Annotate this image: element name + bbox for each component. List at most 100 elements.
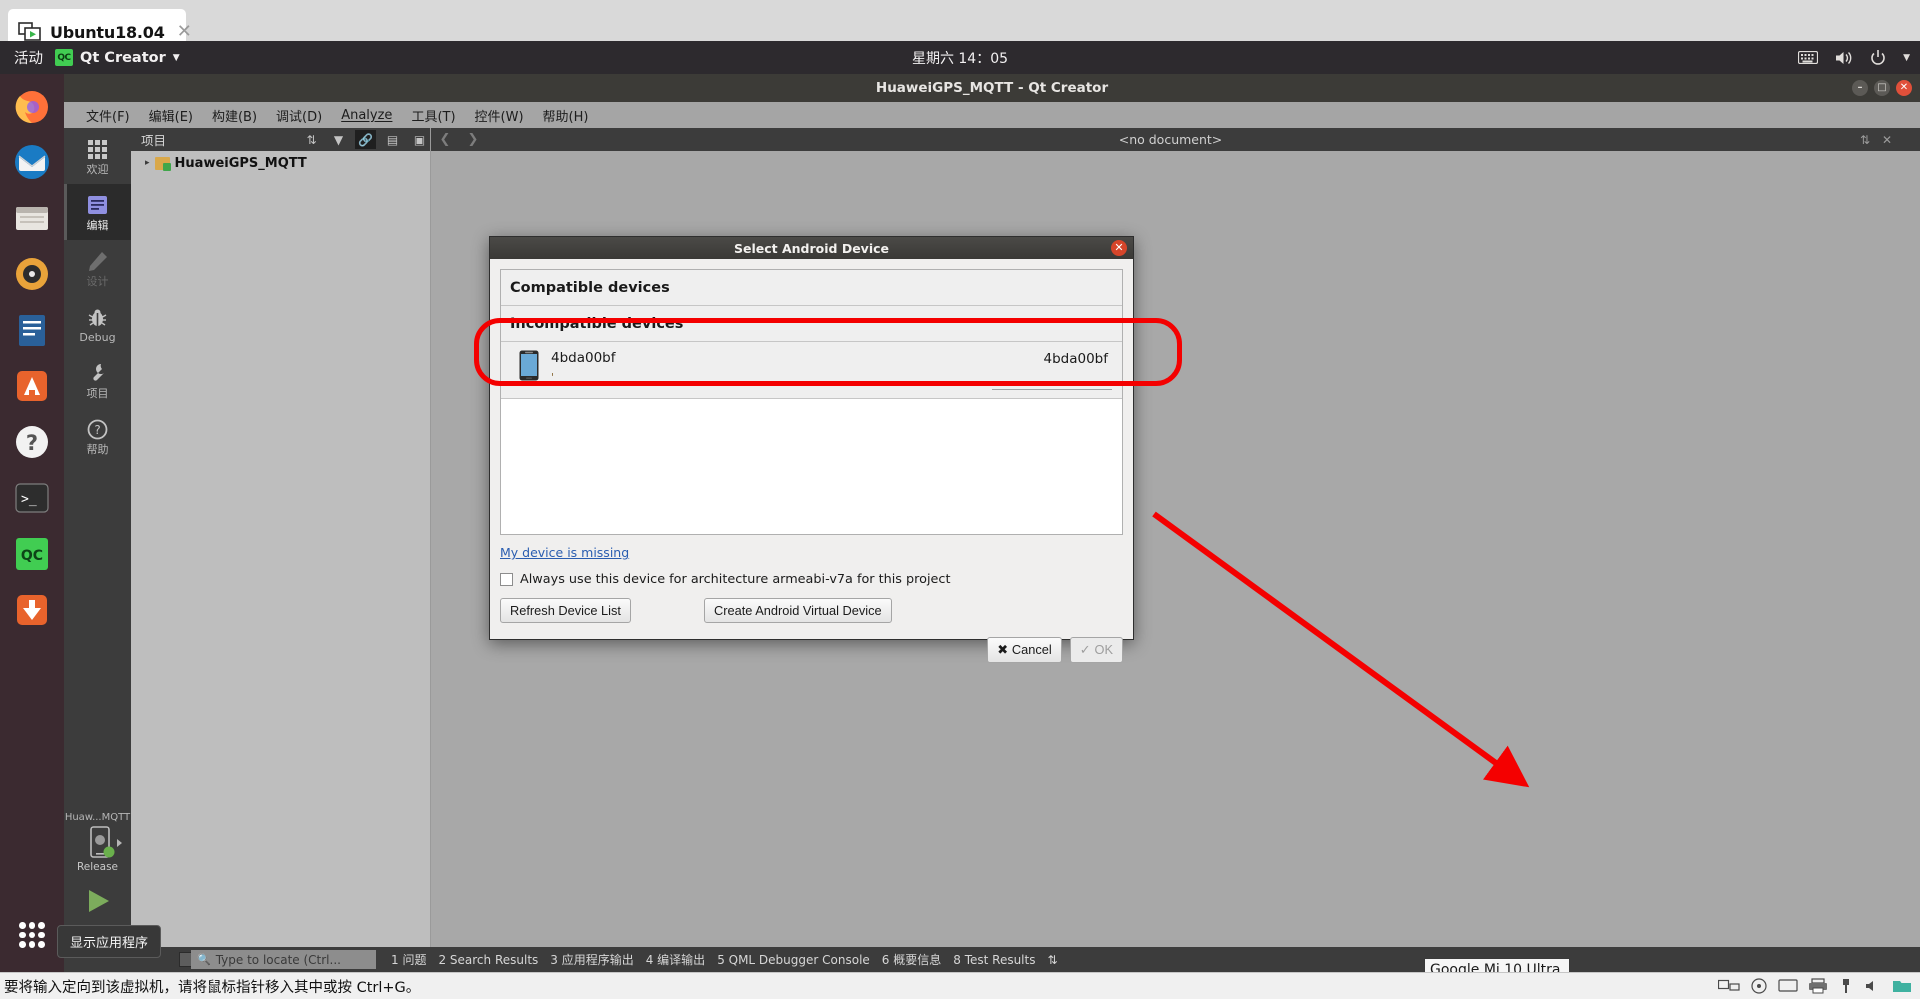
my-device-is-missing-link[interactable]: My device is missing <box>500 545 629 560</box>
device-serial: 4bda00bf <box>1043 351 1108 367</box>
software-updater-icon[interactable] <box>9 587 55 633</box>
rhythmbox-icon[interactable] <box>9 251 55 297</box>
cross-icon: ✖ <box>997 642 1008 657</box>
menu-build[interactable]: 构建(B) <box>204 103 265 128</box>
folder-icon[interactable] <box>1892 978 1912 994</box>
disk-icon[interactable] <box>1750 978 1768 994</box>
show-applications-icon[interactable] <box>9 912 55 958</box>
output-tab-application-output[interactable]: 3 应用程序输出 <box>550 951 633 968</box>
close-icon[interactable]: ✕ <box>173 21 196 43</box>
menu-file[interactable]: 文件(F) <box>78 103 138 128</box>
network-icon[interactable] <box>1718 978 1740 994</box>
ubuntu-launcher-dock: ? >_ QC <box>0 74 64 972</box>
ok-button[interactable]: ✓ OK <box>1069 637 1123 663</box>
link-icon[interactable]: 🔗 <box>355 130 376 149</box>
mode-design[interactable]: 设计 <box>64 240 131 296</box>
output-tab-issues[interactable]: 1 问题 <box>391 951 426 968</box>
mode-edit[interactable]: 编辑 <box>64 184 131 240</box>
chevron-left-icon[interactable]: ❮ <box>431 132 459 147</box>
navigation-header: 项目 ⇅ ▼ 🔗 ▤ ▣ <box>131 128 430 151</box>
create-avd-button[interactable]: Create Android Virtual Device <box>703 598 892 623</box>
mode-debug[interactable]: Debug <box>64 296 131 352</box>
device-list[interactable]: Compatible devices Incompatible devices <box>500 269 1123 535</box>
dialog-action-buttons: ✖ Cancel ✓ OK <box>500 637 1123 663</box>
menu-widgets[interactable]: 控件(W) <box>467 103 532 128</box>
sound-icon[interactable] <box>1864 978 1882 994</box>
panel-clock[interactable]: 星期六 14：05 <box>0 48 1920 68</box>
mode-label: Debug <box>79 331 116 344</box>
thunderbird-mail-icon[interactable] <box>9 139 55 185</box>
libreoffice-writer-icon[interactable] <box>9 307 55 353</box>
maximize-icon[interactable]: □ <box>1874 80 1890 96</box>
help-icon[interactable]: ? <box>9 419 55 465</box>
updown-arrows-icon[interactable]: ⇅ <box>1854 133 1876 147</box>
output-tab-search-results[interactable]: 2 Search Results <box>438 953 538 967</box>
terminal-icon[interactable]: >_ <box>9 475 55 521</box>
minimize-icon[interactable]: – <box>1852 80 1868 96</box>
split-icon[interactable]: ▤ <box>382 130 403 149</box>
document-title[interactable]: <no document> <box>487 132 1854 147</box>
qt-window-title: HuaweiGPS_MQTT - Qt Creator <box>875 80 1109 96</box>
qt-mode-selector: 欢迎 编辑 设计 Debug 项目 ? 帮助 Huaw...MQTT Relea… <box>64 128 131 972</box>
display-icon[interactable] <box>1778 978 1798 994</box>
output-pane-bar: 🔍 Type to locate (Ctrl... 1 问题 2 Search … <box>131 947 1920 972</box>
power-icon[interactable] <box>1870 49 1886 66</box>
output-tab-compile-output[interactable]: 4 编译输出 <box>646 951 705 968</box>
qt-creator-icon[interactable]: QC <box>9 531 55 577</box>
ok-label: OK <box>1094 642 1114 657</box>
volume-icon[interactable] <box>1835 50 1853 66</box>
mode-label: 帮助 <box>86 443 109 456</box>
output-tab-qml-debugger[interactable]: 5 QML Debugger Console <box>717 953 870 967</box>
close-icon[interactable]: ✕ <box>1111 240 1127 256</box>
bug-icon <box>86 305 110 329</box>
updown-arrows-icon[interactable]: ⇅ <box>1047 953 1057 967</box>
ubuntu-software-icon[interactable] <box>9 363 55 409</box>
menu-edit[interactable]: 编辑(E) <box>141 103 201 128</box>
virtual-machine-screen: 活动 QC Qt Creator ▼ 星期六 14：05 ▼ ? >_ QC H… <box>0 41 1920 972</box>
printer-icon[interactable] <box>1808 978 1828 994</box>
check-icon: ✓ <box>1079 642 1091 657</box>
device-group-compatible[interactable]: Compatible devices <box>501 270 1122 306</box>
cancel-button[interactable]: ✖ Cancel <box>987 637 1062 663</box>
files-icon[interactable] <box>9 195 55 241</box>
activities-button[interactable]: 活动 <box>0 47 55 68</box>
mode-welcome[interactable]: 欢迎 <box>64 128 131 184</box>
mode-help[interactable]: ? 帮助 <box>64 408 131 464</box>
chevron-down-icon: ▼ <box>172 52 180 63</box>
chevron-right-icon[interactable]: ❯ <box>459 132 487 147</box>
active-app-menu[interactable]: QC Qt Creator ▼ <box>55 49 180 66</box>
run-play-icon[interactable] <box>81 887 115 919</box>
firefox-icon[interactable] <box>9 83 55 129</box>
menu-analyze[interactable]: Analyze <box>333 105 400 126</box>
output-tab-test-results[interactable]: 8 Test Results <box>953 953 1035 967</box>
close-icon[interactable]: ✕ <box>1876 133 1898 147</box>
show-applications-tooltip: 显示应用程序 <box>57 925 162 958</box>
updown-arrows-icon[interactable]: ⇅ <box>301 130 322 149</box>
navigation-title: 项目 <box>141 133 167 148</box>
chevron-right-icon[interactable]: ▸ <box>145 158 150 168</box>
search-input[interactable]: 🔍 Type to locate (Ctrl... <box>191 950 376 969</box>
svg-text:?: ? <box>94 423 100 437</box>
tree-item-project[interactable]: ▸ HuaweiGPS_MQTT <box>131 151 430 175</box>
menu-tools[interactable]: 工具(T) <box>403 103 463 128</box>
refresh-device-list-button[interactable]: Refresh Device List <box>500 598 631 623</box>
usb-icon[interactable] <box>1838 978 1854 994</box>
device-group-incompatible[interactable]: Incompatible devices <box>501 306 1122 342</box>
keyboard-icon[interactable] <box>1798 51 1819 64</box>
screen-root: Ubuntu18.04 ✕ 活动 QC Qt Creator ▼ 星期六 14：… <box>0 0 1920 999</box>
chevron-down-icon[interactable]: ▼ <box>1903 53 1910 63</box>
menu-debug[interactable]: 调试(D) <box>268 103 330 128</box>
document-icon <box>86 193 110 217</box>
device-list-item[interactable]: 4bda00bf ' 4bda00bf <box>501 342 1122 399</box>
menu-help[interactable]: 帮助(H) <box>535 103 597 128</box>
close-icon[interactable]: ✕ <box>1896 80 1912 96</box>
select-android-device-dialog: Select Android Device ✕ Compatible devic… <box>489 236 1134 663</box>
always-use-device-checkbox-row[interactable]: Always use this device for architecture … <box>500 572 1123 587</box>
cancel-label: Cancel <box>1011 642 1052 657</box>
always-use-device-checkbox[interactable] <box>500 573 513 586</box>
close-pane-icon[interactable]: ▣ <box>409 130 430 149</box>
filter-icon[interactable]: ▼ <box>328 130 349 149</box>
mode-label: 编辑 <box>86 219 109 232</box>
mode-projects[interactable]: 项目 <box>64 352 131 408</box>
output-tab-summary[interactable]: 6 概要信息 <box>882 951 941 968</box>
